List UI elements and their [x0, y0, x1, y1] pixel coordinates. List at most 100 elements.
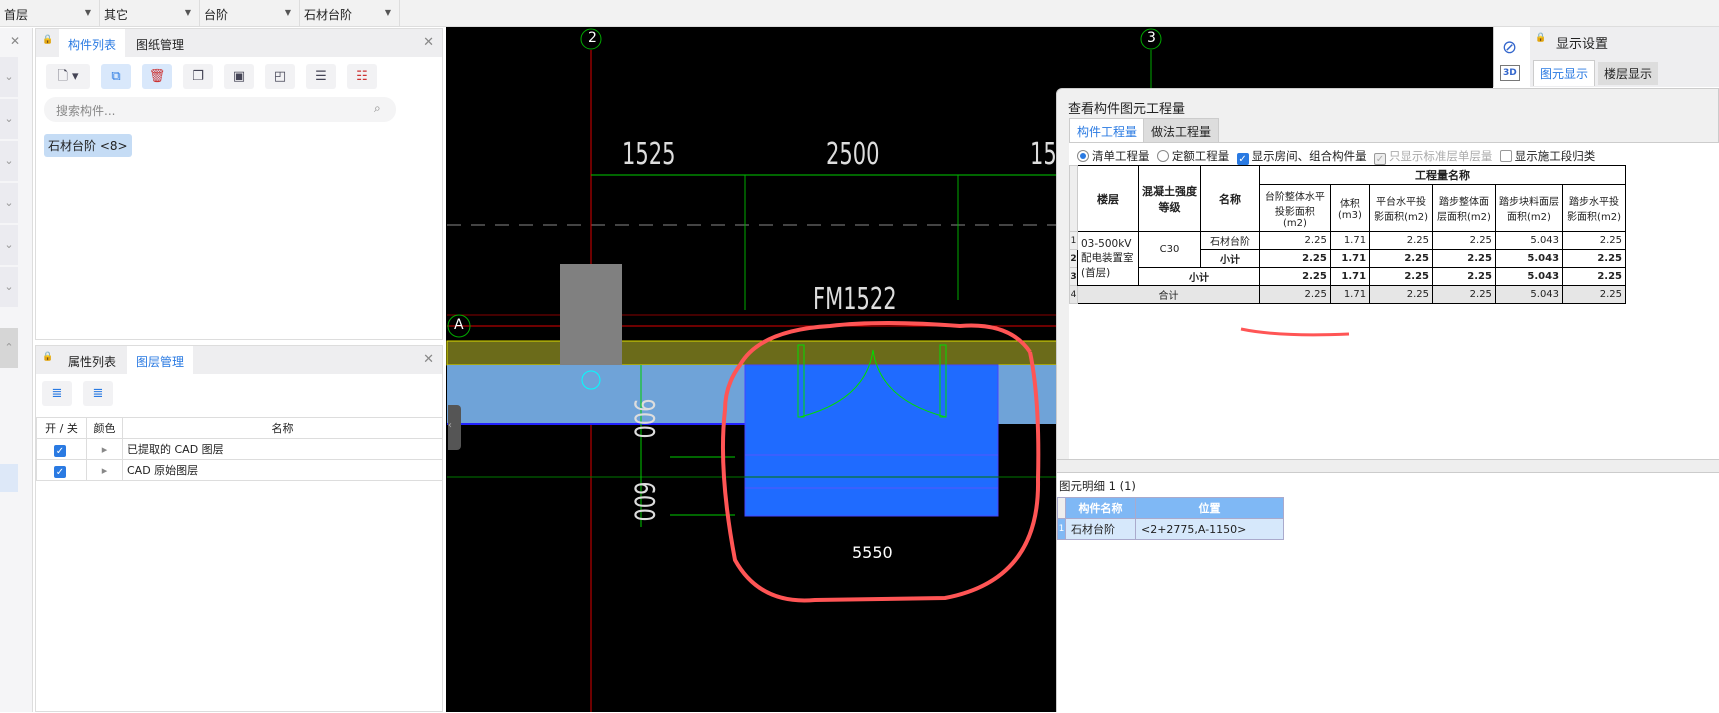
save-template-button[interactable]: ▣	[224, 64, 254, 89]
search-icon[interactable]: ⌕	[374, 101, 381, 116]
layer-name: 已提取的 CAD 图层	[122, 438, 443, 460]
top-toolbar: 首层 ▼ 其它 ▼ 台阶 ▼ 石材台阶 ▼	[0, 0, 1719, 27]
header-name: 名称	[1200, 165, 1260, 232]
quantity-pane: 清单工程量 定额工程量 ✓ 显示房间、组合构件量 ✓ 只显示标准层单层量 显示施工段…	[1069, 142, 1719, 460]
component-list-panel: 🔒 构件列表 图纸管理 ✕ 🗋 ▾ ⧉ 🗑 ❐ ▣ ◰ ☰ ☷ 搜索构件... …	[35, 28, 443, 340]
floor-dropdown[interactable]: 首层 ▼	[0, 0, 100, 27]
search-input[interactable]: 搜索构件...	[44, 97, 396, 122]
chevron-down-icon[interactable]: ⌄	[0, 141, 18, 181]
col-onoff: 开 / 关	[36, 417, 87, 439]
step-block	[744, 364, 999, 517]
dimension-text: 2500	[826, 137, 880, 172]
expand-icon[interactable]: ▸	[86, 459, 123, 481]
chevron-down-icon[interactable]: ⌄	[0, 225, 18, 265]
close-icon[interactable]: ✕	[423, 35, 434, 50]
col-header: 踏步块料面层面积(m2)	[1494, 184, 1564, 232]
cad-text: 5550	[852, 543, 893, 562]
dialog-title: 查看构件图元工程量	[1068, 102, 1186, 117]
layer-table: 开 / 关颜色 名称 ✓ ▸ 已提取的 CAD 图层 ✓ ▸ CAD 原始图层	[36, 417, 443, 481]
radio-qd[interactable]: 清单工程量	[1077, 149, 1150, 163]
layer-toggle-checkbox[interactable]: ✓	[54, 465, 66, 478]
column	[560, 264, 622, 365]
lock-icon[interactable]: 🔒	[42, 352, 53, 366]
display-settings-panel: 🔒 显示设置 图元显示 楼层显示	[1530, 27, 1719, 87]
layer-hide-button[interactable]: ≣	[83, 381, 113, 406]
layer-show-button[interactable]: ≣	[42, 381, 72, 406]
tab-component-quantity[interactable]: 构件工程量	[1069, 118, 1146, 142]
component-dropdown[interactable]: 石材台阶 ▼	[300, 0, 400, 27]
pick-button[interactable]: ◰	[265, 64, 295, 89]
lock-icon[interactable]: 🔒	[1535, 33, 1546, 47]
col-header: 构件名称	[1065, 497, 1136, 519]
detail-pane: 图元明细 1 (1) 构件名称 位置 1 石材台阶 <2+2775,A-1150>	[1057, 473, 1719, 713]
type-dropdown[interactable]: 台阶 ▼	[200, 0, 300, 27]
new-component-button[interactable]: 🗋 ▾	[46, 64, 90, 89]
collapse-panel-handle[interactable]: ‹	[448, 405, 461, 450]
checkbox-show-room[interactable]: ✓ 显示房间、组合构件量	[1236, 149, 1367, 165]
tab-method-quantity[interactable]: 做法工程量	[1143, 118, 1220, 142]
chevron-up-icon[interactable]: ⌃	[0, 328, 18, 368]
chevron-down-icon[interactable]: ⌄	[0, 267, 18, 307]
chevron-down-icon[interactable]: ⌄	[0, 99, 18, 139]
table-row[interactable]: 1 03-500kV配电装置室(首层) C30 石材台阶 2.25 1.71 2.25 2.2…	[1069, 231, 1626, 286]
left-nav-strip: ✕ ⌄ ⌄ ⌄ ⌄ ⌄ ⌄ ⌃	[0, 28, 33, 712]
dimension-text: 600	[628, 481, 662, 522]
expand-icon[interactable]: ▸	[86, 438, 123, 460]
chevron-down-icon[interactable]: ⌄	[0, 183, 18, 223]
copy-button[interactable]: ⧉	[101, 64, 131, 89]
tab-drawing-management[interactable]: 图纸管理	[127, 29, 193, 57]
tab-component-list[interactable]: 构件列表	[59, 29, 126, 57]
col-header: 平台水平投影面积(m2)	[1369, 184, 1433, 232]
header-grade: 混凝土强度等级	[1138, 165, 1201, 232]
red-underline-mark	[1240, 327, 1350, 337]
close-icon[interactable]: ✕	[423, 352, 434, 367]
lock-icon[interactable]: 🔒	[42, 35, 53, 49]
view-toolbar: ⊘ 3D	[1493, 27, 1527, 87]
checkbox-show-stage[interactable]: 显示施工段归类	[1499, 149, 1595, 163]
checkbox-std-floor: ✓ 只显示标准层单层量	[1373, 149, 1493, 165]
duplicate-button[interactable]: ❐	[183, 64, 213, 89]
delete-icon[interactable]: 🗑	[142, 64, 172, 89]
table-row[interactable]: 4 合计 2.25 1.71 2.25 2.25 5.043 2.25	[1069, 285, 1626, 304]
category-dropdown[interactable]: 其它 ▼	[100, 0, 200, 27]
axis-label-a: A	[454, 317, 464, 333]
col-header: 踏步水平投影面积(m2)	[1562, 184, 1626, 232]
header-group: 工程量名称	[1259, 165, 1626, 185]
list-filter-button[interactable]: ☷	[347, 64, 377, 89]
dimension-text: 900	[628, 398, 662, 439]
close-icon[interactable]: ✕	[10, 34, 20, 48]
axis-label-3: 3	[1147, 30, 1156, 46]
detail-title: 图元明细 1 (1)	[1059, 479, 1136, 493]
splitter[interactable]	[1057, 459, 1719, 473]
table-row[interactable]: ✓ ▸ CAD 原始图层	[36, 459, 443, 481]
table-row[interactable]: 1 石材台阶 <2+2775,A-1150>	[1057, 518, 1284, 540]
layer-toggle-checkbox[interactable]: ✓	[54, 444, 66, 457]
nav-selected[interactable]	[0, 464, 18, 492]
quantity-dialog: 查看构件图元工程量 构件工程量 做法工程量 清单工程量 定额工程量 ✓ 显示房间、…	[1056, 88, 1719, 713]
component-item[interactable]: 石材台阶 <8>	[44, 134, 132, 157]
caret-down-icon: ▼	[384, 8, 391, 17]
table-row[interactable]: 3 小计 2.25 1.71 2.25 2.25 5.043 2.25	[1069, 267, 1626, 286]
floor-cell: 03-500kV配电装置室(首层)	[1077, 231, 1139, 286]
detail-table: 构件名称 位置 1 石材台阶 <2+2775,A-1150>	[1057, 497, 1284, 540]
3d-icon[interactable]: 3D	[1500, 65, 1520, 81]
quantity-table: 楼层 混凝土强度等级 名称 工程量名称 台阶整体水平投影面积(m2) 体积(m3) 平台水…	[1069, 165, 1626, 304]
tab-floor-display[interactable]: 楼层显示	[1598, 62, 1659, 85]
col-header: 台阶整体水平投影面积(m2)	[1259, 184, 1331, 232]
tab-property-list[interactable]: 属性列表	[59, 346, 125, 374]
panel-title: 显示设置	[1556, 37, 1609, 52]
layer-name: CAD 原始图层	[122, 459, 443, 481]
col-header: 踏步整体面层面积(m2)	[1432, 184, 1496, 232]
tab-layer-management[interactable]: 图层管理	[127, 346, 194, 374]
chevron-down-icon[interactable]: ⌄	[0, 57, 18, 97]
tab-element-display[interactable]: 图元显示	[1533, 60, 1596, 86]
caret-down-icon: ▼	[284, 8, 291, 17]
caret-down-icon: ▼	[84, 8, 91, 17]
door-label: FM1522	[813, 282, 897, 317]
col-header: 体积(m3)	[1329, 184, 1371, 232]
axis-label-2: 2	[588, 30, 597, 46]
orbit-icon[interactable]: ⊘	[1502, 37, 1517, 58]
align-button[interactable]: ☰	[306, 64, 336, 89]
table-row[interactable]: ✓ ▸ 已提取的 CAD 图层	[36, 438, 443, 460]
radio-de[interactable]: 定额工程量	[1156, 149, 1229, 163]
